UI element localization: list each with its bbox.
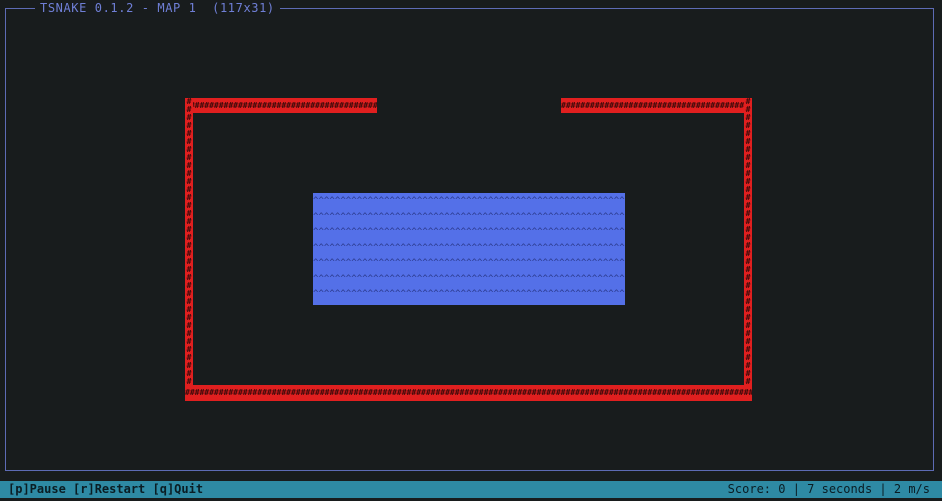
wall-bottom: ########################################… xyxy=(185,385,752,401)
wall-left: ######################################## xyxy=(185,98,193,401)
game-stats: Score: 0 | 7 seconds | 2 m/s xyxy=(727,482,930,496)
speed-readout: 2 m/s xyxy=(893,482,930,496)
wall-right: ######################################## xyxy=(744,98,752,401)
wall-top-right: ########################################… xyxy=(561,98,752,113)
water-pool: ^^^^^^^^^^^^^^^^^^^^^^^^^^^^^^^^^^^^^^^^… xyxy=(313,193,625,305)
wall-top-left: ########################################… xyxy=(185,98,377,113)
status-bar: [p]Pause [r]Restart [q]Quit Score: 0 | 7… xyxy=(0,481,942,498)
score-readout: Score: 0 xyxy=(727,482,786,496)
time-readout: 7 seconds xyxy=(807,482,873,496)
window-title: TSNAKE 0.1.2 - MAP 1 (117x31) xyxy=(35,0,280,17)
controls-hint: [p]Pause [r]Restart [q]Quit xyxy=(8,482,204,496)
